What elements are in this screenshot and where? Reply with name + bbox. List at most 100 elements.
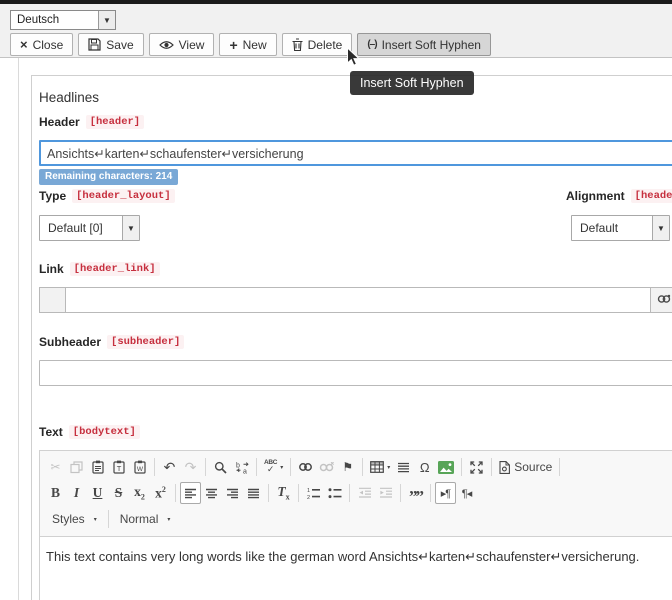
replace-button[interactable]: ba — [231, 456, 252, 478]
undo-button[interactable]: ↶ — [159, 456, 180, 478]
styles-dropdown-label: Styles — [52, 512, 85, 526]
save-icon — [88, 38, 101, 51]
close-button[interactable]: × Close — [10, 33, 73, 56]
alignment-code: [header_position] — [631, 189, 672, 203]
header-input[interactable] — [39, 140, 672, 166]
find-button[interactable] — [210, 456, 231, 478]
toolbar-separator — [175, 484, 176, 502]
language-select[interactable]: Deutsch ▼ — [10, 10, 116, 30]
toolbar-separator — [154, 458, 155, 476]
bodytext-label: Text [bodytext] — [39, 425, 140, 439]
insert-soft-hyphen-button-label: Insert Soft Hyphen — [382, 38, 481, 52]
save-button[interactable]: Save — [78, 33, 143, 56]
insert-soft-hyphen-button[interactable]: (–) Insert Soft Hyphen — [357, 33, 491, 56]
svg-text:1: 1 — [307, 488, 310, 494]
horizontal-line-button[interactable] — [393, 456, 414, 478]
italic-button[interactable]: I — [66, 482, 87, 504]
align-left-button[interactable] — [180, 482, 201, 504]
bold-button[interactable]: B — [45, 482, 66, 504]
chevron-down-icon: ▾ — [280, 464, 283, 471]
paste-word-button[interactable]: W — [129, 456, 150, 478]
doc-header-buttons: × Close Save View + New — [10, 33, 491, 56]
rte-toolbar-row1: ✂TW↶↷baABC✓▾⚑▾ΩSource — [45, 454, 672, 480]
alignment-label-text: Alignment — [566, 189, 625, 203]
svg-text:T: T — [116, 464, 121, 473]
type-label: Type [header_layout] — [39, 189, 175, 203]
toolbar-separator — [491, 458, 492, 476]
unlink-button — [316, 456, 337, 478]
paste-button[interactable] — [87, 456, 108, 478]
special-char-button[interactable]: Ω — [414, 456, 435, 478]
alignment-select-value: Default — [572, 221, 652, 235]
delete-button-label: Delete — [308, 38, 343, 52]
remaining-characters-badge: Remaining characters: 214 — [39, 169, 178, 185]
eye-icon — [159, 40, 174, 50]
table-button[interactable]: ▾ — [367, 456, 393, 478]
alignment-select[interactable]: Default ▼ — [571, 215, 670, 241]
format-dropdown[interactable]: Normal ▾ — [113, 508, 178, 530]
toolbar-separator — [400, 484, 401, 502]
link-input[interactable] — [65, 287, 651, 313]
subheader-input[interactable] — [39, 360, 672, 386]
bullet-list-button[interactable] — [324, 482, 345, 504]
new-button[interactable]: + New — [219, 33, 276, 56]
styles-dropdown[interactable]: Styles ▾ — [45, 508, 104, 530]
chevron-down-icon: ▼ — [652, 216, 669, 240]
redo-button: ↷ — [180, 456, 201, 478]
svg-text:2: 2 — [307, 495, 310, 499]
underline-button[interactable]: U — [87, 482, 108, 504]
toolbar-separator — [349, 484, 350, 502]
type-label-text: Type — [39, 189, 66, 203]
align-justify-button[interactable] — [243, 482, 264, 504]
bodytext-label-text: Text — [39, 425, 63, 439]
rte-content[interactable]: This text contains very long words like … — [40, 537, 672, 600]
superscript-button[interactable]: x2 — [150, 482, 171, 504]
source-button-label: Source — [514, 460, 552, 474]
ltr-button[interactable]: ▸¶ — [435, 482, 456, 504]
chevron-down-icon: ▾ — [387, 464, 390, 471]
toolbar-separator — [559, 458, 560, 476]
source-button[interactable]: Source — [496, 456, 555, 478]
view-button[interactable]: View — [149, 33, 215, 56]
remove-format-button[interactable]: Tx — [273, 482, 294, 504]
chevron-down-icon: ▾ — [94, 516, 97, 523]
align-right-button[interactable] — [222, 482, 243, 504]
section-title: Headlines — [39, 90, 99, 105]
blockquote-button[interactable]: ”” — [405, 482, 426, 504]
type-code: [header_layout] — [72, 189, 175, 203]
alignment-label: Alignment [header_position] — [566, 189, 672, 203]
ordered-list-button[interactable]: 12 — [303, 482, 324, 504]
strike-button[interactable]: S — [108, 482, 129, 504]
rte-content-text: This text contains very long words like … — [46, 549, 639, 564]
toolbar-separator — [205, 458, 206, 476]
paste-text-button[interactable]: T — [108, 456, 129, 478]
tooltip-text: Insert Soft Hyphen — [360, 76, 464, 90]
link-button[interactable] — [295, 456, 316, 478]
subheader-label-text: Subheader — [39, 335, 101, 349]
save-button-label: Save — [106, 38, 133, 52]
rtl-button[interactable]: ¶◂ — [456, 482, 477, 504]
toolbar-separator — [108, 510, 109, 528]
image-button[interactable] — [435, 456, 457, 478]
chevron-down-icon: ▼ — [98, 11, 115, 29]
type-select[interactable]: Default [0] ▼ — [39, 215, 140, 241]
plus-icon: + — [229, 38, 237, 52]
link-code: [header_link] — [70, 262, 160, 276]
outdent-button — [354, 482, 375, 504]
subscript-button[interactable]: x2 — [129, 482, 150, 504]
bodytext-code: [bodytext] — [69, 425, 140, 439]
page: Deutsch ▼ × Close Save View + — [0, 0, 672, 600]
maximize-button[interactable] — [466, 456, 487, 478]
link-browser-button[interactable] — [651, 287, 672, 313]
toolbar-separator — [268, 484, 269, 502]
spellcheck-button[interactable]: ABC✓▾ — [261, 456, 286, 478]
delete-button[interactable]: Delete — [282, 33, 353, 56]
subheader-code: [subheader] — [107, 335, 184, 349]
align-center-button[interactable] — [201, 482, 222, 504]
anchor-button[interactable]: ⚑ — [337, 456, 358, 478]
toolbar-separator — [256, 458, 257, 476]
language-select-value: Deutsch — [11, 14, 98, 26]
subheader-label: Subheader [subheader] — [39, 335, 184, 349]
indent-button — [375, 482, 396, 504]
svg-text:b: b — [236, 462, 240, 469]
